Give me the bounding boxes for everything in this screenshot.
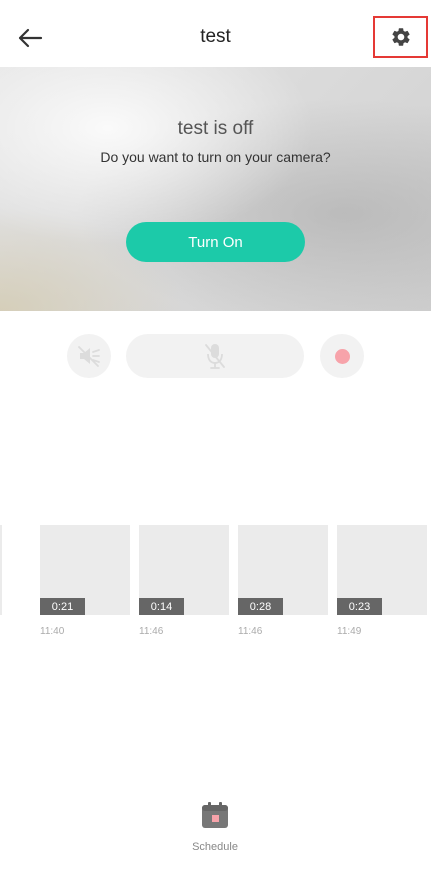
schedule-button[interactable]: Schedule: [175, 800, 255, 860]
microphone-muted-icon: [205, 344, 225, 369]
clip-time: 11:49: [337, 626, 362, 637]
schedule-label: Schedule: [192, 841, 238, 853]
top-bar: test: [0, 0, 431, 67]
turn-on-button[interactable]: Turn On: [126, 222, 305, 262]
mute-button[interactable]: [67, 334, 111, 378]
calendar-icon: [202, 802, 228, 828]
clip-time: 11:46: [238, 626, 263, 637]
live-controls: [0, 334, 431, 380]
gear-icon: [391, 28, 410, 46]
camera-preview: test is off Do you want to turn on your …: [0, 67, 431, 311]
clip-strip[interactable]: 0:21 11:40 0:14 11:46 0:28 11:46 0:23 11…: [0, 525, 431, 645]
clip-duration: 0:23: [337, 598, 382, 615]
talk-button[interactable]: [126, 334, 304, 378]
clip-thumbnail[interactable]: 0:14: [139, 525, 229, 615]
page-title: test: [200, 26, 231, 47]
clip-thumbnail[interactable]: 0:28: [238, 525, 328, 615]
clip-duration: 0:28: [238, 598, 283, 615]
clip-time: 11:40: [40, 626, 65, 637]
camera-status-title: test is off: [177, 118, 254, 139]
record-dot-icon: [334, 348, 350, 364]
clip-thumbnail-partial[interactable]: [0, 525, 2, 615]
speaker-muted-icon: [78, 346, 100, 367]
clip-time: 11:46: [139, 626, 164, 637]
camera-turn-on-prompt: Do you want to turn on your camera?: [100, 149, 331, 165]
settings-button[interactable]: [373, 16, 428, 58]
clip-duration: 0:14: [139, 598, 184, 615]
clip-duration: 0:21: [40, 598, 85, 615]
record-button[interactable]: [320, 334, 364, 378]
clip-thumbnail[interactable]: 0:21: [40, 525, 130, 615]
clip-thumbnail[interactable]: 0:23: [337, 525, 427, 615]
